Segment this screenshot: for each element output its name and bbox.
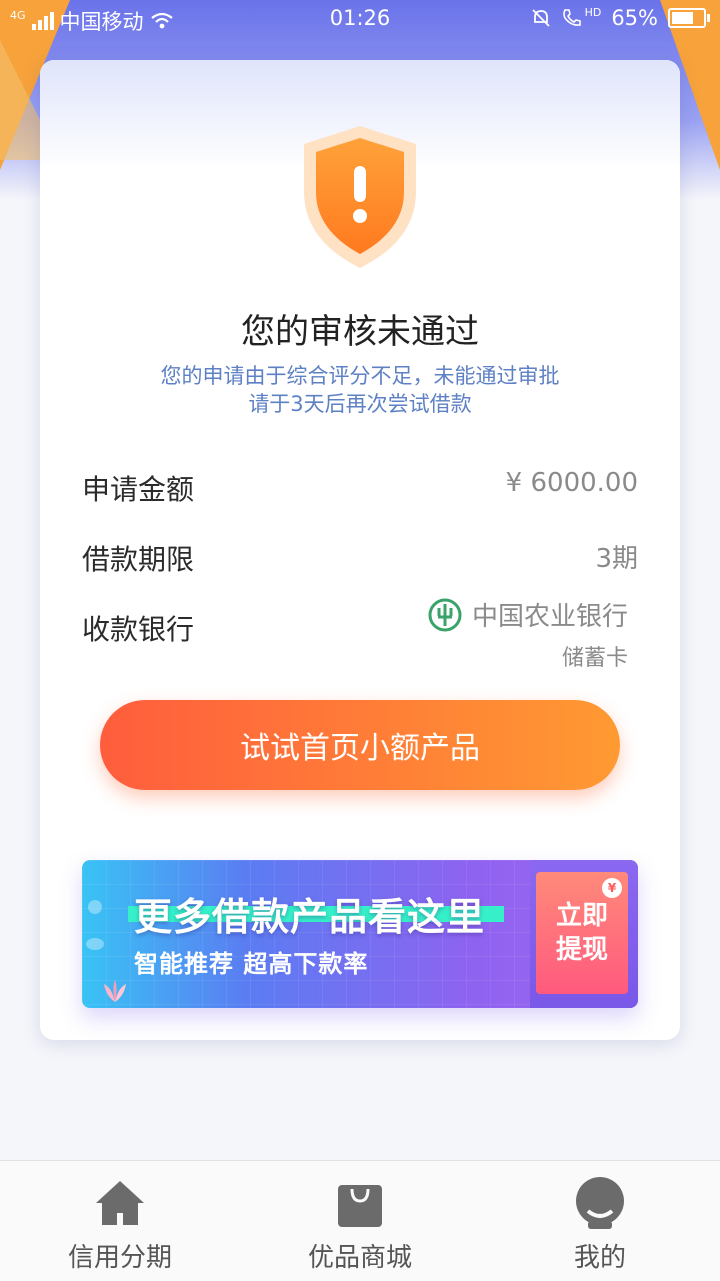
warning-shield-icon: [298, 122, 422, 270]
detail-label: 申请金额: [82, 473, 195, 506]
home-icon: [96, 1181, 144, 1225]
bank-value: 中国农业银行: [428, 596, 628, 633]
review-result-card: 您的审核未通过 您的申请由于综合评分不足，未能通过审批 请于3天后再次尝试借款 …: [40, 60, 680, 1040]
phone-icon: [562, 9, 581, 26]
flower-decor-icon: [104, 980, 126, 1002]
detail-value: 3期: [595, 544, 638, 574]
decor-bubble: [88, 900, 102, 914]
card-type: 储蓄卡: [561, 646, 628, 671]
try-small-loan-button[interactable]: 试试首页小额产品: [100, 700, 620, 790]
decor-bubble: [86, 938, 104, 950]
banner-subtitle: 智能推荐 超高下款率: [134, 950, 369, 978]
tab-shop[interactable]: 优品商城: [240, 1161, 480, 1281]
detail-label: 借款期限: [82, 543, 195, 576]
detail-row-amount: 申请金额 ¥ 6000.00: [82, 468, 638, 508]
withdraw-now-line2: 提现: [555, 935, 608, 965]
result-title: 您的审核未通过: [241, 312, 479, 352]
tab-label: 优品商城: [307, 1243, 412, 1273]
status-bar: 4G 中国移动 01:26 HD 65%: [0, 0, 720, 38]
banner-title: 更多借款产品看这里: [134, 895, 486, 939]
mute-bell-icon: [531, 9, 550, 27]
withdraw-now-line1: 立即: [555, 901, 608, 931]
tab-label: 我的: [573, 1243, 626, 1273]
result-message: 您的申请由于综合评分不足，未能通过审批 请于3天后再次尝试借款: [40, 362, 680, 418]
abc-bank-icon: [428, 598, 462, 631]
result-message-line2: 请于3天后再次尝试借款: [248, 392, 472, 416]
bottom-tab-bar: 信用分期 优品商城 我的: [0, 1160, 720, 1281]
detail-row-term: 借款期限 3期: [82, 538, 638, 578]
battery-icon: [668, 8, 710, 28]
hd-badge: HD: [584, 5, 602, 19]
tab-credit-installment[interactable]: 信用分期: [0, 1161, 240, 1281]
detail-label: 收款银行: [82, 613, 195, 646]
tab-label: 信用分期: [67, 1243, 172, 1273]
tab-mine[interactable]: 我的: [480, 1161, 720, 1281]
battery-percent: 65%: [611, 6, 658, 30]
shopping-bag-icon: [338, 1185, 382, 1227]
profile-icon: [576, 1177, 624, 1229]
bank-name: 中国农业银行: [471, 602, 628, 632]
detail-row-bank: 收款银行 中国农业银行 储蓄卡: [82, 596, 638, 671]
result-message-line1: 您的申请由于综合评分不足，未能通过审批: [160, 364, 560, 388]
detail-value: ¥ 6000.00: [505, 468, 638, 498]
more-loans-banner[interactable]: 更多借款产品看这里 智能推荐 超高下款率 立即 提现 ¥: [82, 860, 638, 1008]
yuan-coin-icon: ¥: [602, 878, 622, 898]
